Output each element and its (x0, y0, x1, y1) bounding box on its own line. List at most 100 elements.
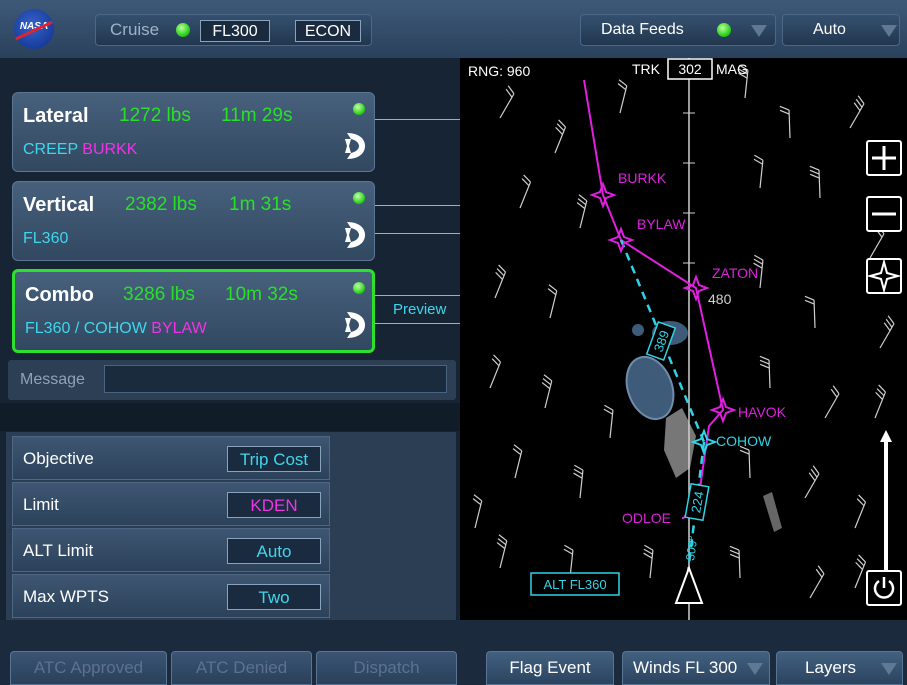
zoom-out-icon (872, 212, 896, 216)
waypoint-label-havok: HAVOK (738, 404, 787, 420)
send-uplink-icon[interactable] (343, 220, 367, 250)
chevron-down-icon (751, 25, 767, 37)
route-status-led (353, 282, 365, 294)
route-path-magenta: BURKK (82, 141, 138, 158)
power-button[interactable] (866, 570, 902, 606)
waypoint-label-zaton: ZATON (712, 265, 758, 281)
altitude-marker: 480 (708, 291, 732, 307)
message-row: Message (8, 360, 456, 400)
terrain-patch (763, 492, 782, 532)
param-limit[interactable]: Limit KDEN (12, 482, 330, 526)
send-uplink-icon[interactable] (343, 310, 367, 340)
auto-dropdown[interactable]: Auto (782, 14, 900, 46)
route-card-lateral[interactable]: Lateral 1272 lbs 11m 29s CREEP BURKK (12, 92, 375, 172)
wind-barb (729, 545, 741, 579)
route-time: 1m 31s (229, 194, 292, 215)
route-path: CREEP BURKK (23, 141, 137, 159)
map-canvas: 389 224 309° BURKK BYLAW ZATON 480 HAVOK… (468, 58, 895, 620)
wind-barb (541, 374, 553, 409)
cruise-group[interactable]: Cruise FL300 ECON (95, 14, 372, 46)
param-value-alt-limit[interactable]: Auto (227, 538, 321, 564)
param-value-limit[interactable]: KDEN (227, 492, 321, 518)
route-card-vertical[interactable]: Vertical 2382 lbs 1m 31s FL360 (12, 181, 375, 261)
route-time: 10m 32s (225, 284, 298, 305)
data-feeds-label: Data Feeds (601, 21, 684, 38)
left-panel: Preview Lateral 1272 lbs 11m 29s CREEP B… (0, 58, 460, 622)
wind-barb (603, 404, 614, 439)
range-label: RNG: 960 (468, 63, 530, 79)
param-value-max-wpts[interactable]: Two (227, 584, 321, 610)
winds-dropdown[interactable]: Winds FL 300 (622, 651, 770, 685)
param-max-wpts[interactable]: Max WPTS Two (12, 574, 330, 618)
zoom-in-button[interactable] (866, 140, 902, 176)
wind-barb (779, 105, 791, 139)
wind-barb (753, 154, 764, 189)
route-path-cyan: FL360 (23, 230, 69, 247)
connector-line (375, 323, 460, 324)
send-uplink-icon[interactable] (343, 131, 367, 161)
wind-barb (809, 565, 825, 599)
wind-barb (496, 534, 508, 569)
param-objective[interactable]: Objective Trip Cost (12, 436, 330, 480)
wind-barb (512, 444, 523, 479)
wind-barb (547, 284, 558, 319)
wind-barb (576, 194, 588, 229)
active-route (583, 79, 725, 519)
track-ref: MAG (716, 61, 748, 77)
wind-barb (804, 295, 816, 329)
wind-barb (573, 464, 584, 499)
param-label: Limit (23, 495, 59, 514)
top-bar: NASA Cruise FL300 ECON Data Feeds Auto (0, 0, 907, 59)
wind-barb (849, 95, 865, 129)
param-label: Max WPTS (23, 587, 109, 606)
wind-barb (499, 85, 515, 119)
param-alt-limit[interactable]: ALT Limit Auto (12, 528, 330, 572)
dispatch-button[interactable]: Dispatch (316, 651, 457, 685)
section-divider (0, 403, 460, 431)
svg-text:ALT FL360: ALT FL360 (543, 577, 606, 592)
navigation-map[interactable]: 389 224 309° BURKK BYLAW ZATON 480 HAVOK… (460, 58, 907, 620)
route-title: Lateral (23, 105, 89, 127)
route-card-combo[interactable]: Combo 3286 lbs 10m 32s FL360 / COHOW BYL… (12, 269, 375, 353)
connector-line (375, 119, 460, 120)
route-time: 11m 29s (221, 105, 293, 126)
weather-cell (632, 324, 644, 336)
data-feeds-button[interactable]: Data Feeds (580, 14, 776, 46)
bottom-bar: ATC Approved ATC Denied Dispatch Flag Ev… (0, 620, 907, 685)
waypoint-label-cohow: COHOW (716, 433, 772, 449)
alt-limit-box: ALT FL360 (530, 572, 620, 596)
route-fuel: 2382 lbs (125, 194, 197, 215)
atc-denied-button[interactable]: ATC Denied (171, 651, 312, 685)
preview-label[interactable]: Preview (393, 301, 446, 318)
zoom-slider-arrow (880, 430, 892, 442)
power-icon (873, 577, 895, 599)
route-path-magenta: BYLAW (151, 320, 207, 337)
zoom-in-icon (872, 146, 896, 170)
track-value: 302 (678, 61, 702, 77)
track-label: TRK (632, 61, 661, 77)
zoom-out-button[interactable] (866, 196, 902, 232)
wind-barb (554, 119, 567, 154)
center-aircraft-button[interactable] (866, 258, 902, 294)
cruise-label: Cruise (110, 20, 160, 39)
message-field[interactable] (104, 365, 447, 393)
leg-label-389: 389 (645, 320, 677, 362)
route-title: Vertical (23, 194, 95, 216)
param-value-objective[interactable]: Trip Cost (227, 446, 321, 472)
center-aircraft-icon (866, 258, 902, 294)
layers-dropdown[interactable]: Layers (776, 651, 903, 685)
flag-event-button[interactable]: Flag Event (486, 651, 614, 685)
wind-barb (519, 174, 532, 209)
flight-level-field[interactable]: FL300 (200, 20, 270, 42)
wind-barb (643, 544, 654, 579)
wind-barb (824, 385, 840, 419)
cruise-status-led (176, 23, 190, 37)
route-path-cyan: FL360 / COHOW (25, 320, 147, 337)
wind-barb (739, 445, 751, 479)
connector-line (375, 295, 460, 296)
connector-line (375, 205, 460, 206)
wind-barb (854, 554, 867, 589)
speed-mode-field[interactable]: ECON (295, 20, 361, 42)
route-fuel: 3286 lbs (123, 284, 195, 305)
atc-approved-button[interactable]: ATC Approved (10, 651, 167, 685)
